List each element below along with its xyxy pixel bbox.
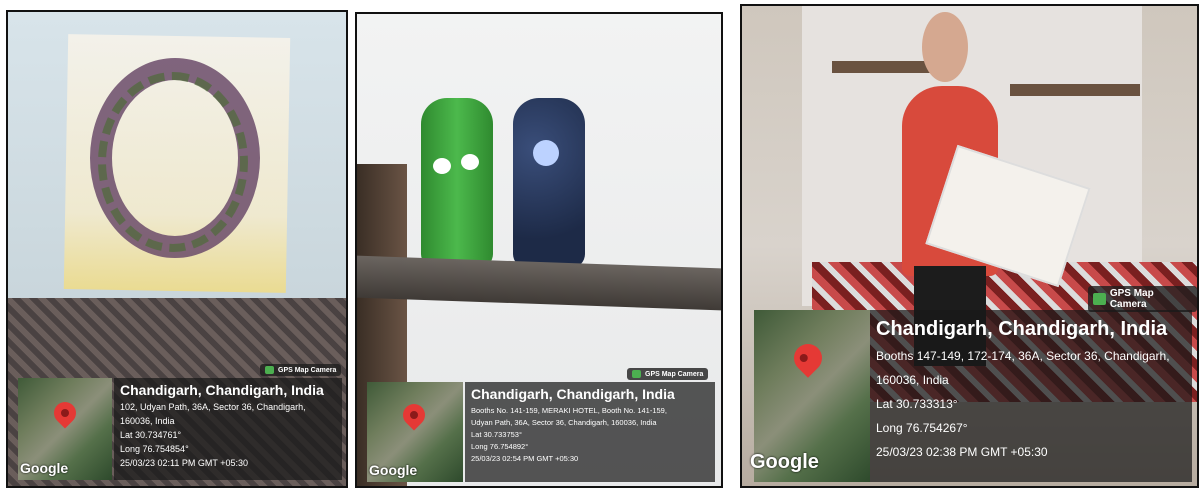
camera-icon: [1093, 293, 1106, 305]
gps-camera-badge: GPS Map Camera: [1088, 286, 1197, 312]
photo-person-with-artwork: GPS Map Camera Google Chandigarh, Chandi…: [740, 4, 1199, 488]
location-title: Chandigarh, Chandigarh, India: [876, 318, 1168, 340]
green-painted-bottle: [421, 98, 493, 268]
person-head: [922, 12, 968, 82]
longitude: Long 76.754892°: [471, 442, 529, 451]
datetime: 25/03/23 02:11 PM GMT +05:30: [120, 458, 248, 468]
location-map: Google: [18, 378, 112, 480]
blue-painted-bottle: [513, 98, 585, 268]
location-info-panel: Chandigarh, Chandigarh, India Booths 147…: [870, 310, 1192, 482]
longitude: Long 76.754267°: [876, 421, 968, 435]
address-line-1: Booths 147-149, 172-174, 36A, Sector 36,…: [876, 349, 1170, 363]
badge-label: GPS Map Camera: [278, 366, 337, 374]
leaf-wreath: [98, 72, 248, 252]
map-label: Google: [20, 460, 69, 476]
painted-moon: [533, 140, 559, 166]
gps-camera-badge: GPS Map Camera: [627, 368, 709, 380]
location-title: Chandigarh, Chandigarh, India: [120, 382, 324, 398]
latitude: Lat 30.734761°: [120, 430, 182, 440]
wooden-shelf: [357, 255, 721, 311]
address-line-1: 102, Udyan Path, 36A, Sector 36, Chandig…: [120, 402, 306, 412]
badge-label: GPS Map Camera: [1109, 288, 1154, 310]
location-map: Google: [367, 382, 463, 482]
location-info-panel: Chandigarh, Chandigarh, India Booths No.…: [465, 382, 715, 482]
bottle-eye: [461, 154, 479, 170]
location-pin-icon: [398, 399, 430, 431]
camera-icon: [632, 370, 641, 378]
location-title: Chandigarh, Chandigarh, India: [471, 386, 675, 402]
address-line-1: Booths No. 141-159, MERAKI HOTEL, Booth …: [471, 406, 667, 415]
map-label: Google: [369, 462, 418, 478]
badge-label: GPS Map Camera: [645, 370, 704, 378]
gps-camera-badge: GPS Map Camera: [260, 364, 342, 376]
address-line-2: 160036, India: [120, 416, 175, 426]
address-line-2: Udyan Path, 36A, Sector 36, Chandigarh, …: [471, 418, 657, 427]
wall-shelf: [1010, 84, 1140, 96]
latitude: Lat 30.733313°: [876, 397, 958, 411]
photo-pressed-flower-wreath: GPS Map Camera Google Chandigarh, Chandi…: [6, 10, 348, 488]
location-pin-icon: [49, 397, 81, 429]
longitude: Long 76.754854°: [120, 444, 189, 454]
datetime: 25/03/23 02:38 PM GMT +05:30: [876, 445, 1048, 459]
latitude: Lat 30.733753°: [471, 430, 522, 439]
datetime: 25/03/23 02:54 PM GMT +05:30: [471, 454, 579, 463]
bottle-eye: [433, 158, 451, 174]
address-line-2: 160036, India: [876, 373, 949, 387]
location-pin-icon: [788, 338, 828, 378]
location-map: Google: [750, 310, 870, 482]
location-info-panel: Chandigarh, Chandigarh, India 102, Udyan…: [114, 378, 342, 480]
photo-painted-bottles: GPS Map Camera Google Chandigarh, Chandi…: [355, 12, 723, 488]
map-label: Google: [750, 451, 819, 473]
camera-icon: [265, 366, 274, 374]
